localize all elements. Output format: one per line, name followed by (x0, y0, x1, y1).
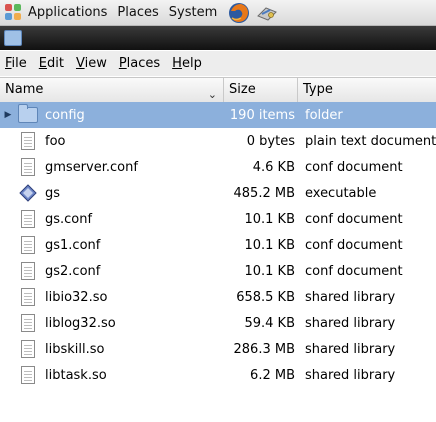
applications-icon (5, 3, 23, 22)
text-file-icon (21, 288, 35, 306)
file-row[interactable]: libskill.so 286.3 MB shared library (0, 336, 436, 362)
system-label: System (168, 5, 218, 20)
file-row[interactable]: ▶ config 190 items folder (0, 102, 436, 128)
network-icon (257, 6, 278, 21)
file-size: 6.2 MB (250, 367, 295, 383)
file-name: gs (45, 185, 61, 201)
file-name: config (45, 107, 85, 123)
file-row[interactable]: gs.conf 10.1 KB conf document (0, 206, 436, 232)
menu-view[interactable]: View (71, 51, 114, 76)
file-row[interactable]: gs2.conf 10.1 KB conf document (0, 258, 436, 284)
places-label: Places (117, 5, 159, 20)
menu-edit[interactable]: Edit (34, 51, 71, 76)
folder-icon (18, 104, 38, 123)
text-file-icon (21, 158, 35, 176)
text-file-icon (21, 314, 35, 332)
file-row[interactable]: gs1.conf 10.1 KB conf document (0, 232, 436, 258)
menu-file[interactable]: File (0, 51, 34, 76)
file-name: gmserver.conf (45, 159, 138, 175)
column-name-label: Name (5, 82, 44, 97)
column-size-header[interactable]: Size (224, 78, 298, 102)
file-list: ▶ config 190 items folder foo 0 bytes pl… (0, 102, 436, 388)
column-type-header[interactable]: Type (298, 78, 436, 102)
file-row[interactable]: gmserver.conf 4.6 KB conf document (0, 154, 436, 180)
file-row[interactable]: liblog32.so 59.4 KB shared library (0, 310, 436, 336)
file-type: plain text document (305, 133, 436, 149)
file-name: liblog32.so (45, 315, 116, 331)
text-file-icon (21, 210, 35, 228)
file-size: 0 bytes (246, 133, 295, 149)
executable-icon (19, 184, 37, 202)
file-size: 10.1 KB (244, 211, 295, 227)
menu-places[interactable]: Places (114, 51, 167, 76)
file-size: 59.4 KB (244, 315, 295, 331)
file-type: shared library (305, 289, 396, 305)
file-type: conf document (305, 211, 403, 227)
file-name: gs.conf (45, 211, 93, 227)
menu-view-accel: V (75, 56, 85, 71)
applications-menu[interactable]: Applications (0, 0, 112, 25)
file-name: gs2.conf (45, 263, 101, 279)
places-menu[interactable]: Places (112, 0, 163, 25)
file-type: shared library (305, 341, 396, 357)
expander-icon[interactable]: ▶ (0, 102, 16, 128)
file-row[interactable]: gs 485.2 MB executable (0, 180, 436, 206)
window-titlebar[interactable] (0, 26, 436, 50)
file-name: libtask.so (45, 367, 107, 383)
applications-label: Applications (28, 5, 108, 20)
file-size: 658.5 KB (236, 289, 295, 305)
file-type: folder (305, 107, 343, 123)
file-row[interactable]: libio32.so 658.5 KB shared library (0, 284, 436, 310)
menu-edit-rest: dit (47, 56, 64, 71)
file-name: libio32.so (45, 289, 108, 305)
file-size: 10.1 KB (244, 237, 295, 253)
network-launcher[interactable] (256, 2, 278, 24)
column-size-label: Size (229, 82, 256, 97)
firefox-icon (229, 2, 250, 23)
file-name: foo (45, 133, 66, 149)
file-size: 10.1 KB (244, 263, 295, 279)
file-type: conf document (305, 263, 403, 279)
menu-view-rest: iew (84, 56, 107, 71)
menu-help-accel: H (172, 56, 182, 71)
column-name-header[interactable]: Name ⌄ (0, 78, 224, 102)
file-size: 4.6 KB (252, 159, 295, 175)
file-name: libskill.so (45, 341, 105, 357)
file-type: executable (305, 185, 377, 201)
column-header: Name ⌄ Size Type (0, 77, 436, 103)
menu-places-accel: P (118, 56, 127, 71)
system-menu[interactable]: System (164, 0, 222, 25)
file-type: shared library (305, 315, 396, 331)
column-type-label: Type (303, 82, 333, 97)
text-file-icon (21, 262, 35, 280)
file-type: conf document (305, 159, 403, 175)
text-file-icon (21, 366, 35, 384)
text-file-icon (21, 132, 35, 150)
file-type: conf document (305, 237, 403, 253)
menu-edit-accel: E (38, 56, 47, 71)
file-name: gs1.conf (45, 237, 101, 253)
file-size: 286.3 MB (233, 341, 295, 357)
menu-help[interactable]: Help (167, 51, 209, 76)
text-file-icon (21, 340, 35, 358)
file-size: 485.2 MB (233, 185, 295, 201)
menubar: File Edit View Places Help (0, 51, 436, 76)
window-folder-icon (4, 30, 22, 46)
file-size: 190 items (229, 107, 295, 123)
file-row[interactable]: foo 0 bytes plain text document (0, 128, 436, 154)
top-panel: Applications Places System (0, 0, 436, 26)
file-type: shared library (305, 367, 396, 383)
file-row[interactable]: libtask.so 6.2 MB shared library (0, 362, 436, 388)
text-file-icon (21, 236, 35, 254)
firefox-launcher[interactable] (228, 2, 250, 24)
menu-help-rest: elp (181, 56, 202, 71)
menu-places-rest: laces (126, 56, 161, 71)
menu-file-rest: ile (11, 56, 27, 71)
